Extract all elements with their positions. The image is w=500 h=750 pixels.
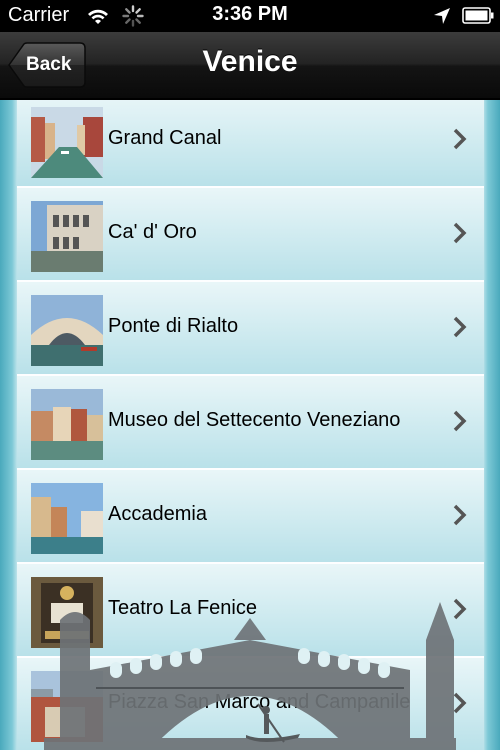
places-list-view[interactable]: Grand Canal Ca' d' Oro Ponte di Rialto M…: [0, 100, 500, 750]
chevron-right-icon: [453, 128, 467, 150]
chevron-right-icon: [453, 222, 467, 244]
navigation-bar: Back Venice: [0, 32, 500, 100]
list-item[interactable]: Piazza San Marco and Campanile: [17, 658, 484, 750]
la-fenice-photo: [31, 577, 103, 648]
list-item-label: Teatro La Fenice: [108, 597, 257, 619]
list-item-label: Ponte di Rialto: [108, 315, 239, 337]
rialto-bridge-photo: [31, 295, 103, 366]
chevron-right-icon: [453, 598, 467, 620]
status-bar: Carrier 3:36 PM: [0, 0, 500, 32]
chevron-right-icon: [453, 316, 467, 338]
ca-doro-photo: [31, 201, 103, 272]
list-item-label: Piazza San Marco and Campanile: [108, 691, 411, 713]
list-item-label: Museo del Settecento Veneziano: [108, 409, 401, 431]
list-item[interactable]: Museo del Settecento Veneziano: [17, 376, 484, 470]
accademia-photo: [31, 483, 103, 554]
museo-photo: [31, 389, 103, 460]
page-title: Venice: [202, 45, 298, 78]
grand-canal-photo: [31, 107, 103, 178]
list-item-label: Ca' d' Oro: [108, 221, 197, 243]
list-item-label: Grand Canal: [108, 127, 222, 149]
list-item[interactable]: Grand Canal: [17, 100, 484, 188]
list-item[interactable]: Ca' d' Oro: [17, 188, 484, 282]
battery-icon: [462, 7, 494, 24]
list-item[interactable]: Ponte di Rialto: [17, 282, 484, 376]
chevron-right-icon: [453, 692, 467, 714]
chevron-right-icon: [453, 504, 467, 526]
san-marco-photo: [31, 671, 103, 742]
list-item[interactable]: Accademia: [17, 470, 484, 564]
list-item-label: Accademia: [108, 503, 207, 525]
clock: 3:36 PM: [212, 3, 288, 25]
chevron-right-icon: [453, 410, 467, 432]
list-item[interactable]: Teatro La Fenice: [17, 564, 484, 658]
location-arrow-icon: [434, 8, 450, 24]
